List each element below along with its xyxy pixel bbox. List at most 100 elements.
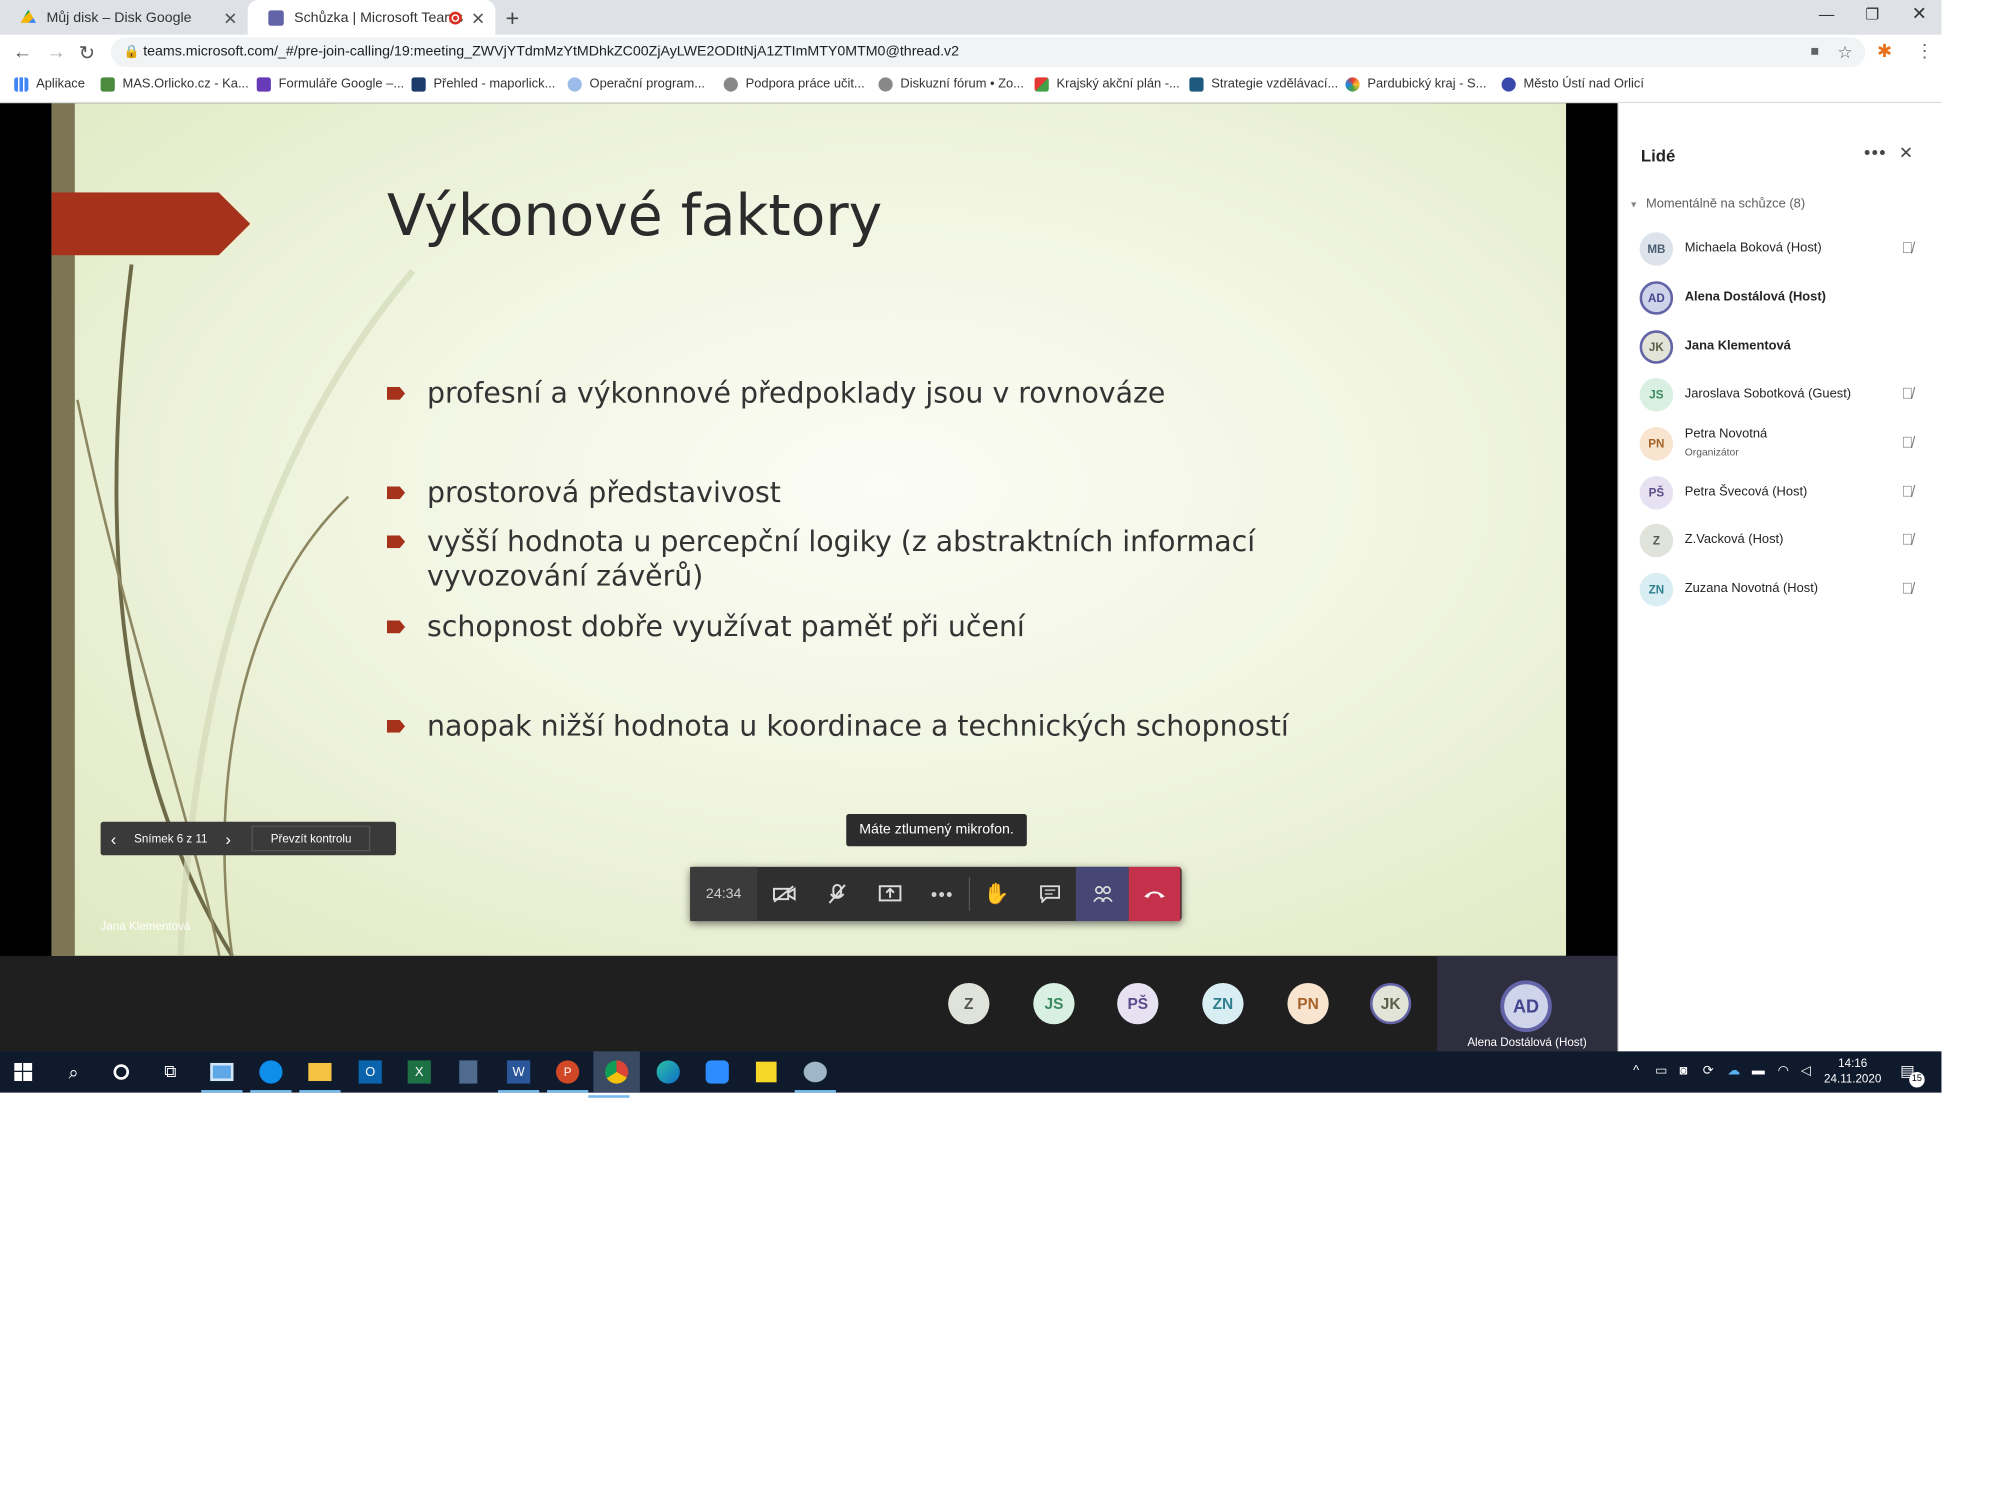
address-bar[interactable]: 🔒 teams.microsoft.com/_#/pre-join-callin… (110, 37, 1866, 68)
more-options-icon[interactable]: ••• (1864, 142, 1887, 163)
close-icon[interactable]: ✕ (1899, 143, 1913, 164)
bookmark-item[interactable]: Přehled - maporlick... (411, 77, 555, 92)
back-icon[interactable]: ← (13, 41, 32, 63)
sync-icon[interactable]: ⟳ (1703, 1064, 1714, 1078)
participant-name: Z.Vacková (Host) (1684, 532, 1784, 547)
raise-hand-icon[interactable]: ✋ (970, 867, 1023, 921)
bookmark-item[interactable]: Strategie vzdělávací... (1189, 77, 1338, 92)
participant-row[interactable]: Z Z.Vacková (Host) 🎙̸ (1639, 519, 1930, 563)
participant-avatar[interactable]: PŠ (1117, 982, 1159, 1025)
participant-avatar[interactable]: JK (1369, 982, 1412, 1025)
cortana-icon[interactable] (106, 1057, 137, 1088)
zoom-icon[interactable] (702, 1057, 733, 1088)
new-tab-icon[interactable]: + (506, 5, 520, 32)
participant-avatar[interactable]: JS (1033, 982, 1075, 1025)
section-label: Momentálně na schůzce (8) (1645, 197, 1806, 212)
more-actions-icon[interactable]: ••• (916, 867, 969, 921)
participant-avatar[interactable]: PN (1287, 982, 1329, 1025)
bookmark-favicon-icon (1034, 77, 1049, 92)
forward-icon[interactable]: → (46, 41, 65, 63)
chrome-icon[interactable] (588, 1051, 640, 1098)
microphone-off-icon: 🎙̸ (1901, 579, 1914, 598)
bookmark-item[interactable]: MAS.Orlicko.cz - Ka... (100, 77, 249, 92)
camera-icon[interactable]: ■ (1810, 37, 1819, 67)
participant-row[interactable]: JK Jana Klementová (1639, 325, 1930, 369)
word-icon[interactable]: W (497, 1057, 540, 1093)
share-screen-icon[interactable] (863, 867, 916, 921)
bookmark-item[interactable]: Podpora práce učit... (723, 77, 865, 92)
participant-row[interactable]: ZN Zuzana Novotná (Host) 🎙̸ (1639, 568, 1930, 612)
hang-up-icon[interactable] (1128, 866, 1181, 922)
microphone-off-icon: 🎙̸ (1901, 530, 1914, 549)
restore-icon[interactable]: ❐ (1865, 5, 1879, 23)
participant-avatar[interactable]: ZN (1202, 982, 1244, 1025)
avatar: PN (1639, 426, 1674, 461)
outlook-icon[interactable]: O (355, 1057, 386, 1088)
next-slide-icon[interactable]: › (215, 829, 241, 848)
gear-icon (723, 77, 738, 92)
show-hidden-icons-icon[interactable]: ^ (1633, 1064, 1639, 1078)
file-explorer-icon[interactable] (299, 1057, 341, 1093)
participant-row[interactable]: PN Petra Novotná Organizátor 🎙̸ (1639, 422, 1930, 466)
browser-menu-icon[interactable]: ⋮ (1916, 40, 1934, 62)
system-clock[interactable]: 14:16 24.11.2020 (1824, 1055, 1881, 1086)
bookmark-item[interactable]: Formuláře Google –... (256, 77, 404, 92)
in-meeting-section-header[interactable]: ▼ Momentálně na schůzce (8) (1629, 197, 1805, 211)
bookmark-item[interactable]: Krajský akční plán -... (1034, 77, 1180, 92)
participant-row[interactable]: JS Jaroslava Sobotková (Guest) 🎙̸ (1639, 373, 1930, 417)
teamviewer-icon[interactable] (250, 1057, 292, 1093)
bookmark-item[interactable]: Město Ústí nad Orlicí (1501, 77, 1644, 92)
task-view-icon[interactable]: ⧉ (155, 1057, 186, 1088)
bullet-text: prostorová představivost (426, 477, 781, 510)
minimize-icon[interactable]: — (1819, 5, 1834, 23)
powerpoint-icon[interactable]: P (546, 1057, 589, 1093)
bookmark-item[interactable]: Operační program... (567, 77, 705, 92)
bookmark-label: Operační program... (589, 77, 705, 92)
previous-slide-icon[interactable]: ‹ (101, 829, 127, 848)
participant-avatar[interactable]: Z (948, 982, 990, 1025)
close-tab-icon[interactable]: ✕ (471, 9, 485, 30)
apps-grid-icon (14, 77, 29, 92)
edge-icon[interactable] (653, 1057, 684, 1088)
participant-row[interactable]: AD Alena Dostálová (Host) (1639, 276, 1930, 320)
participant-name: Jaroslava Sobotková (Guest) (1684, 387, 1852, 402)
participant-row[interactable]: PŠ Petra Švecová (Host) 🎙̸ (1639, 471, 1930, 515)
security-icon[interactable]: ◙ (1680, 1064, 1688, 1078)
calculator-icon[interactable] (453, 1057, 484, 1088)
bookmark-apps[interactable]: Aplikace (14, 77, 85, 92)
onedrive-icon[interactable]: ☁ (1727, 1064, 1740, 1078)
self-name: Alena Dostálová (Host) (1467, 1035, 1587, 1049)
browser-toolbar: ← → ↻ 🔒 teams.microsoft.com/_#/pre-join-… (0, 34, 1942, 70)
bookmark-item[interactable]: Pardubický kraj - S... (1345, 77, 1486, 92)
chat-icon[interactable] (1023, 867, 1076, 921)
network-device-icon[interactable]: ▭ (1655, 1064, 1667, 1078)
slide-navigation-control: ‹ Snímek 6 z 11 › Převzít kontrolu (100, 821, 397, 856)
search-icon[interactable]: ⌕ (58, 1057, 89, 1088)
sticky-notes-icon[interactable] (751, 1057, 782, 1088)
slide-counter: Snímek 6 z 11 (134, 832, 208, 845)
windows-taskbar: ⌕ ⧉ O X W P ^ ▭ ◙ ⟳ ☁ ▬ ◠ ◁ 14:16 24.11.… (0, 1051, 1942, 1098)
bookmark-star-icon[interactable]: ☆ (1837, 37, 1852, 67)
reload-icon[interactable]: ↻ (79, 41, 95, 65)
extension-icon[interactable]: ✱ (1877, 40, 1892, 62)
camera-off-icon[interactable] (757, 867, 810, 921)
excel-icon[interactable]: X (404, 1057, 435, 1088)
tab-google-drive[interactable]: Můj disk – Disk Google ✕ (0, 0, 248, 35)
participant-row[interactable]: MB Michaela Boková (Host) 🎙̸ (1639, 227, 1930, 271)
wifi-icon[interactable]: ◠ (1778, 1064, 1789, 1078)
bookmark-item[interactable]: Diskuzní fórum • Zo... (878, 77, 1024, 92)
remote-desktop-icon[interactable] (201, 1057, 243, 1093)
clock-date: 24.11.2020 (1824, 1071, 1882, 1085)
windows-start-icon[interactable] (8, 1057, 39, 1088)
slide-bullet: naopak nižší hodnota u koordinace a tech… (387, 710, 1406, 745)
microphone-off-icon[interactable] (810, 867, 863, 921)
volume-icon[interactable]: ◁ (1801, 1064, 1811, 1078)
self-video-tile[interactable]: AD Alena Dostálová (Host) (1437, 955, 1618, 1052)
close-window-icon[interactable]: ✕ (1912, 3, 1927, 25)
tab-microsoft-teams[interactable]: Schůzka | Microsoft Teams ✕ (247, 0, 496, 35)
battery-icon[interactable]: ▬ (1752, 1064, 1765, 1078)
participants-icon[interactable] (1075, 866, 1129, 922)
close-tab-icon[interactable]: ✕ (223, 9, 237, 30)
take-control-button[interactable]: Převzít kontrolu (251, 825, 371, 852)
paint-icon[interactable] (794, 1057, 836, 1093)
